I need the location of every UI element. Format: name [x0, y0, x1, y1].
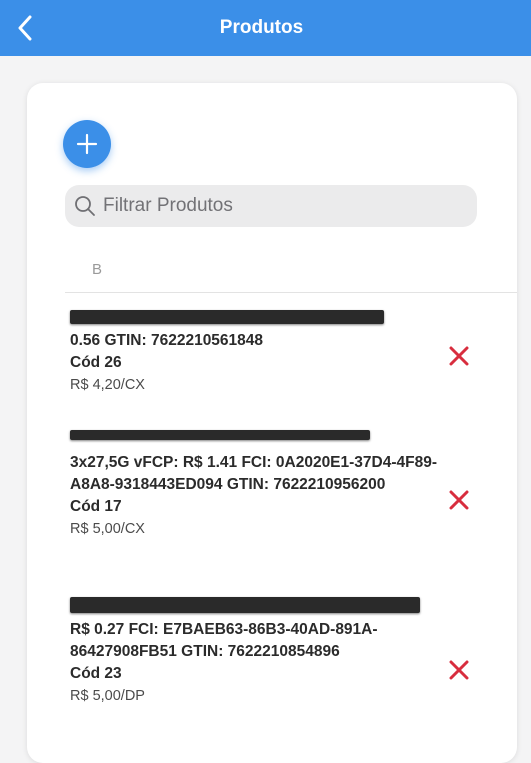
- list-item[interactable]: R$ 0.27 FCI: E7BAEB63-86B3-40AD-891A-864…: [70, 597, 470, 707]
- page-title: Produtos: [219, 17, 304, 38]
- redacted-text: [70, 310, 384, 324]
- app-header: Produtos: [0, 0, 531, 56]
- product-code: Cód 23: [70, 665, 122, 682]
- close-icon: [449, 490, 469, 510]
- delete-button[interactable]: [446, 657, 472, 683]
- product-description: R$ 0.27 FCI: E7BAEB63-86B3-40AD-891A-864…: [70, 621, 378, 660]
- product-price: R$ 5,00/DP: [70, 688, 145, 704]
- product-description: 3x27,5G vFCP: R$ 1.41 FCI: 0A2020E1-37D4…: [70, 454, 438, 493]
- close-icon: [449, 660, 469, 680]
- divider: [65, 292, 517, 293]
- delete-button[interactable]: [446, 343, 472, 369]
- product-code: Cód 17: [70, 498, 122, 515]
- section-header: B: [92, 261, 104, 278]
- product-code: Cód 26: [70, 354, 122, 371]
- list-item[interactable]: 3x27,5G vFCP: R$ 1.41 FCI: 0A2020E1-37D4…: [70, 430, 470, 540]
- add-product-button[interactable]: [63, 120, 111, 168]
- close-icon: [449, 346, 469, 366]
- search-bar[interactable]: [65, 185, 477, 227]
- products-card: B 0.56 GTIN: 7622210561848 Cód 26 R$ 4,2…: [27, 83, 517, 763]
- product-price: R$ 5,00/CX: [70, 521, 145, 537]
- plus-icon: [76, 133, 98, 155]
- list-item[interactable]: 0.56 GTIN: 7622210561848 Cód 26 R$ 4,20/…: [70, 310, 470, 396]
- redacted-text: [70, 430, 370, 440]
- redacted-text: [70, 597, 420, 613]
- search-input[interactable]: [101, 194, 445, 218]
- product-price: R$ 4,20/CX: [70, 377, 145, 393]
- search-icon: [74, 194, 98, 218]
- delete-button[interactable]: [446, 487, 472, 513]
- product-description: 0.56 GTIN: 7622210561848: [70, 332, 264, 349]
